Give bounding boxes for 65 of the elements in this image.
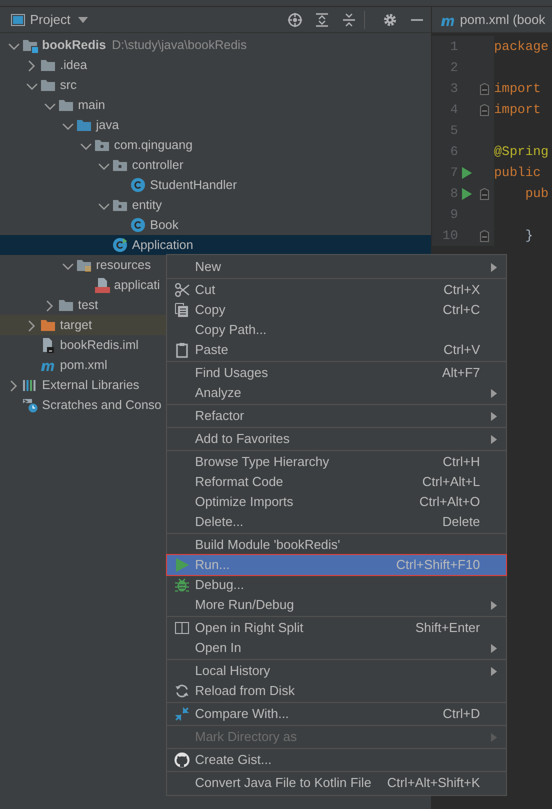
menu-label: Cut [195,281,216,300]
file-name: entity [132,196,162,214]
shortcut-text: Ctrl+Alt+Shift+K [387,774,480,792]
code-text: package [494,38,549,56]
menu-label: Paste [195,341,228,360]
file-name: bookRedis [42,36,106,54]
shortcut-text: Ctrl+Shift+F10 [396,556,480,574]
menu-label: Refactor [195,407,244,426]
shortcut-text: Ctrl+D [442,705,480,724]
file-name: pom.xml [60,356,108,374]
shortcut-text: Ctrl+H [442,453,480,472]
code-text: } [524,227,534,245]
menu-label: Copy Path... [195,321,267,340]
file-name: main [78,96,106,114]
shortcut-text: Ctrl+C [442,301,480,320]
menu-label: Debug... [195,576,244,594]
file-name: .idea [60,56,88,74]
file-name: bookRedis.iml [60,336,139,354]
menu-label: Build Module 'bookRedis' [195,536,340,554]
path-text: D:\study\java\bookRedis [112,36,247,54]
shortcut-text: Shift+Enter [415,619,480,638]
menu-label: Analyze [195,384,242,402]
file-name: src [60,76,77,94]
menu-label: Compare With... [195,705,289,724]
file-name: Scratches and Conso [42,396,162,414]
code-text: import [494,80,541,98]
menu-label: Optimize Imports [195,493,294,512]
file-name: StudentHandler [150,176,237,194]
shortcut-text: Ctrl+X [444,281,480,300]
file-name: com.qinguang [114,136,193,154]
menu-label: Open In [195,639,242,658]
menu-label: Add to Favorites [195,430,290,448]
file-name: Application [132,236,194,254]
menu-label: Open in Right Split [195,619,304,638]
code-text: pub [524,185,549,203]
code-text: @Spring [494,143,549,161]
tab-title: pom.xml (book [460,10,546,29]
file-name: target [60,316,92,334]
menu-label: Find Usages [195,364,268,382]
menu-label: Run... [195,556,230,574]
menu-label: Reload from Disk [195,682,295,700]
shortcut-text: Ctrl+Alt+L [422,473,480,492]
shortcut-text: Ctrl+Alt+O [419,493,480,512]
menu-label: Copy [195,301,226,320]
panel-title: Project [30,10,70,29]
menu-label: Local History [195,662,270,680]
file-name: applicati [114,276,160,294]
file-name: External Libraries [42,376,140,394]
shortcut-text: Alt+F7 [442,364,480,382]
menu-label: New [195,258,222,276]
menu-label: Convert Java File to Kotlin File [195,774,372,792]
file-name: controller [132,156,184,174]
file-name: java [96,116,119,134]
shortcut-text: Ctrl+V [444,341,480,360]
code-text: import [494,101,541,119]
file-name: test [78,296,98,314]
file-name: Book [150,216,178,234]
menu-label: Create Gist... [195,751,272,770]
menu-label: More Run/Debug [195,596,294,614]
shortcut-text: Delete [442,513,480,532]
file-name: resources [96,256,151,274]
code-text: public [494,164,541,182]
menu-label: Reformat Code [195,473,284,492]
menu-label: Delete... [195,513,244,532]
menu-label: Browse Type Hierarchy [195,453,330,472]
